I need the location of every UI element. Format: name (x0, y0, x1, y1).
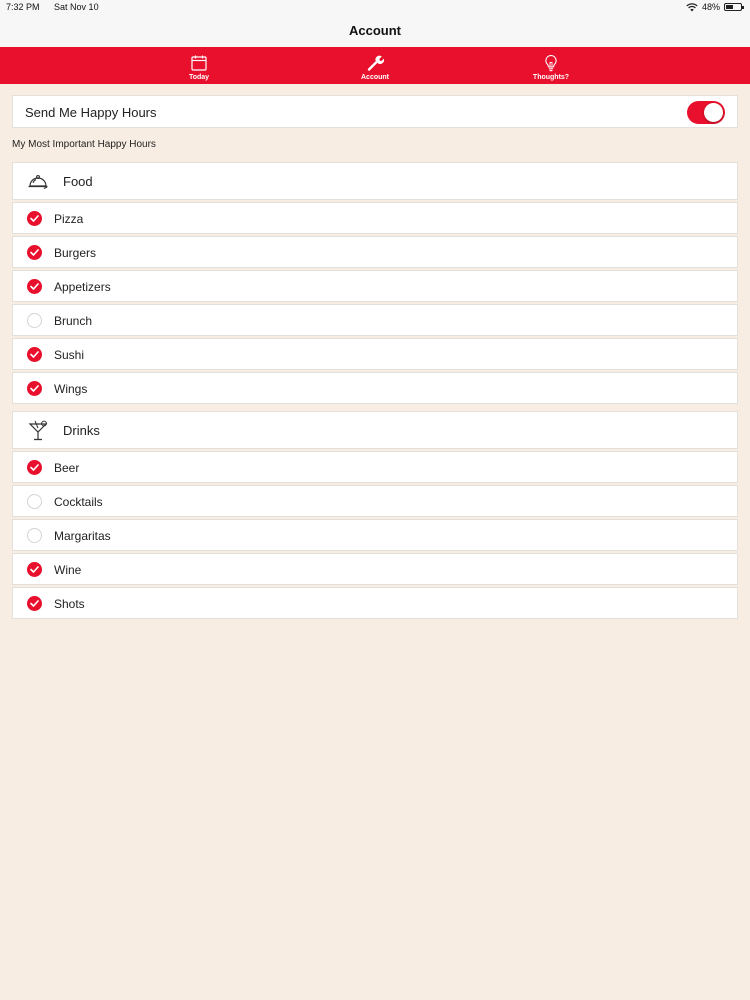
list-item[interactable]: Sushi (12, 338, 738, 370)
list-item-label: Wings (54, 382, 88, 396)
list-item[interactable]: Shots (12, 587, 738, 619)
checkmark-icon[interactable] (27, 279, 42, 294)
list-item-label: Beer (54, 461, 80, 475)
list-item[interactable]: Burgers (12, 236, 738, 268)
page-title: Account (349, 23, 401, 38)
battery-icon (724, 3, 744, 11)
drinks-header: Drinks (12, 411, 738, 449)
list-item-label: Brunch (54, 314, 93, 328)
wrench-icon (367, 55, 384, 71)
checkmark-icon[interactable] (27, 211, 42, 226)
calendar-icon (191, 55, 207, 71)
list-item-label: Margaritas (54, 529, 111, 543)
tab-thoughts-label: Thoughts? (532, 74, 570, 81)
list-item[interactable]: Pizza (12, 202, 738, 234)
toggle-knob (704, 103, 723, 122)
list-item[interactable]: Appetizers (12, 270, 738, 302)
drinks-group: Drinks Beer Cocktails Margaritas Wine Shots (12, 411, 738, 621)
food-group: Food Pizza Burgers Appetizers Brunch Sushi Wi… (12, 162, 738, 406)
list-item-label: Cocktails (54, 495, 103, 509)
tab-thoughts[interactable]: Thoughts? (463, 47, 639, 84)
list-item[interactable]: Brunch (12, 304, 738, 336)
checkmark-icon[interactable] (27, 245, 42, 260)
list-item[interactable]: Margaritas (12, 519, 738, 551)
nav-bar: Account (0, 14, 750, 47)
list-item[interactable]: Wings (12, 372, 738, 404)
lightbulb-icon (545, 54, 557, 72)
tab-today[interactable]: Today (111, 47, 287, 84)
checkmark-icon[interactable] (27, 596, 42, 611)
send-happy-hours-toggle[interactable] (687, 101, 725, 124)
status-time: 7:32 PM (6, 2, 40, 12)
checkmark-icon[interactable] (27, 562, 42, 577)
battery-fill (726, 5, 733, 9)
tab-account[interactable]: Account (287, 47, 463, 84)
checkmark-icon[interactable] (27, 347, 42, 362)
food-header: Food (12, 162, 738, 200)
section-caption: My Most Important Happy Hours (12, 139, 156, 150)
checkmark-icon[interactable] (27, 381, 42, 396)
checkmark-icon[interactable] (27, 460, 42, 475)
tab-bar: Today Account Thoughts? (0, 47, 750, 84)
list-item-label: Wine (54, 563, 82, 577)
list-item-label: Appetizers (54, 280, 111, 294)
cloche-icon (28, 175, 48, 190)
empty-circle-icon[interactable] (27, 313, 42, 328)
tab-today-label: Today (188, 74, 210, 81)
food-title: Food (63, 174, 93, 189)
list-item[interactable]: Cocktails (12, 485, 738, 517)
list-item-label: Burgers (54, 246, 97, 260)
list-item[interactable]: Beer (12, 451, 738, 483)
list-item[interactable]: Wine (12, 553, 738, 585)
status-bar: 7:32 PM Sat Nov 10 48% (0, 0, 750, 14)
wifi-icon (686, 2, 698, 11)
list-item-label: Shots (54, 597, 85, 611)
drinks-title: Drinks (63, 423, 100, 438)
send-happy-hours-label: Send Me Happy Hours (25, 105, 157, 120)
status-date: Sat Nov 10 (54, 2, 99, 12)
list-item-label: Sushi (54, 348, 85, 362)
battery-percent: 48% (701, 2, 720, 12)
empty-circle-icon[interactable] (27, 528, 42, 543)
tab-account-label: Account (361, 74, 389, 81)
empty-circle-icon[interactable] (27, 494, 42, 509)
list-item-label: Pizza (54, 212, 84, 226)
cocktail-icon (28, 420, 48, 441)
send-happy-hours-row: Send Me Happy Hours (12, 95, 738, 128)
